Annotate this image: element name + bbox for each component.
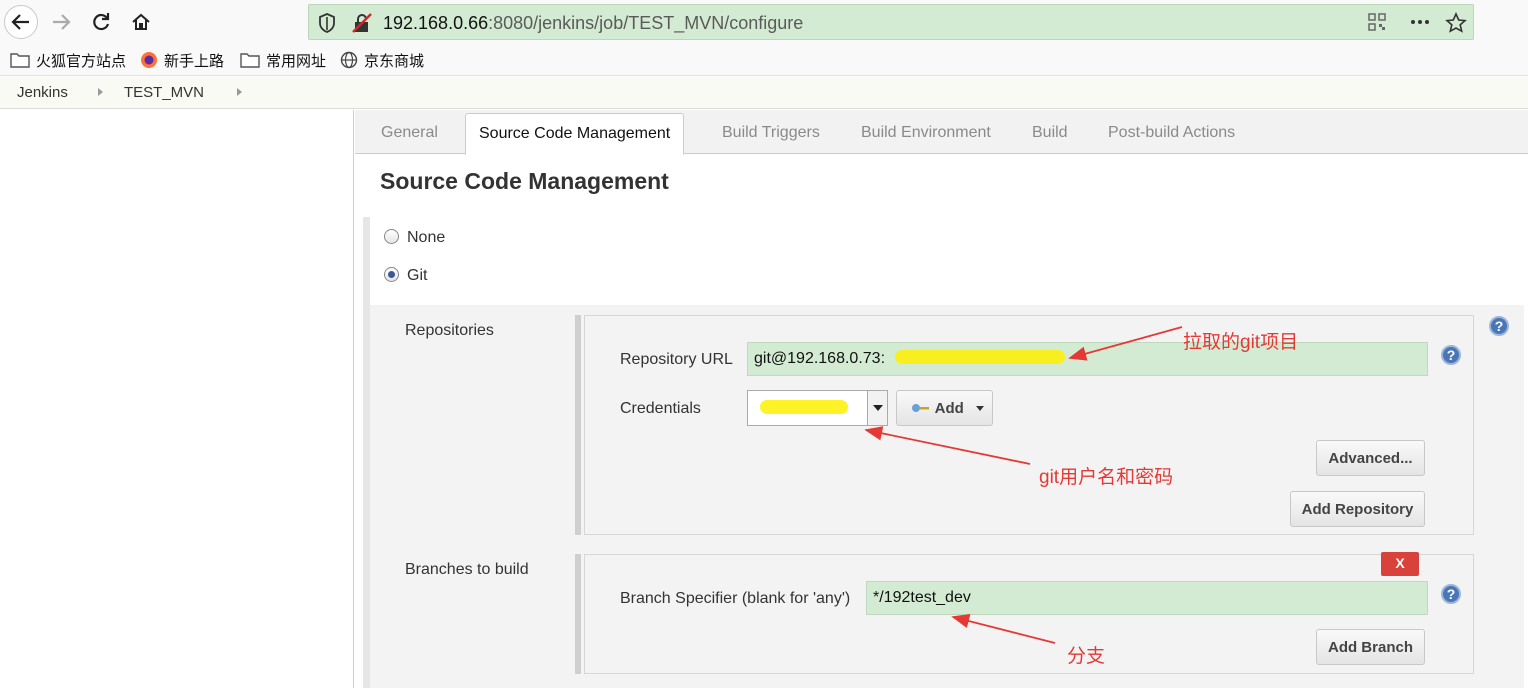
home-icon <box>132 13 150 30</box>
home-button[interactable] <box>124 5 158 39</box>
delete-branch-button[interactable]: X <box>1381 552 1419 576</box>
section-title: Source Code Management <box>380 168 669 194</box>
scm-git-radio[interactable] <box>384 267 399 282</box>
repository-url-value: git@192.168.0.73: <box>754 350 886 367</box>
tab-general[interactable]: General <box>381 124 438 142</box>
reload-button[interactable] <box>84 5 118 39</box>
annotation-branch: 分支 <box>1067 646 1106 667</box>
redaction-mark <box>895 350 1065 364</box>
firefox-icon <box>141 52 157 68</box>
key-icon <box>912 404 929 412</box>
chevron-down-icon[interactable] <box>867 391 887 425</box>
url-path: :8080/jenkins/job/TEST_MVN/configure <box>488 13 804 33</box>
branches-bar <box>575 554 581 674</box>
page-actions-menu-icon[interactable] <box>1409 12 1431 32</box>
repositories-bar <box>575 315 581 535</box>
folder-icon <box>240 53 260 68</box>
tab-build-environment[interactable]: Build Environment <box>861 124 991 142</box>
breadcrumb-arrow-icon[interactable] <box>237 88 242 96</box>
add-branch-button[interactable]: Add Branch <box>1316 629 1425 665</box>
bookmark-item[interactable]: 常用网址 <box>240 50 326 70</box>
forward-arrow-icon <box>53 14 71 30</box>
insecure-lock-icon <box>352 13 372 33</box>
chevron-down-icon <box>975 406 984 411</box>
url-host: 192.168.0.66 <box>383 13 489 33</box>
main-panel: General Source Code Management Build Tri… <box>355 110 1528 688</box>
shield-icon <box>319 13 335 33</box>
annotation-repo: 拉取的git项目 <box>1183 332 1299 353</box>
bookmark-label: 火狐官方站点 <box>36 52 127 70</box>
scm-git-label: Git <box>407 267 428 284</box>
bookmark-item[interactable]: 火狐官方站点 <box>10 50 126 70</box>
forward-button[interactable] <box>44 5 78 39</box>
bookmark-label: 京东商城 <box>364 52 425 70</box>
help-icon[interactable]: ? <box>1441 345 1461 365</box>
sidebar <box>0 110 354 688</box>
folder-icon <box>10 53 30 68</box>
browser-toolbar: 192.168.0.66:8080/jenkins/job/TEST_MVN/c… <box>0 0 1528 44</box>
bookmark-label: 新手上路 <box>164 52 225 70</box>
bookmark-star-icon[interactable] <box>1445 12 1467 34</box>
tab-source-code-management[interactable]: Source Code Management <box>465 113 685 155</box>
help-icon[interactable]: ? <box>1441 584 1461 604</box>
reload-icon <box>93 13 110 31</box>
url-bar[interactable]: 192.168.0.66:8080/jenkins/job/TEST_MVN/c… <box>308 4 1474 40</box>
breadcrumb-jenkins[interactable]: Jenkins <box>17 84 68 101</box>
back-arrow-icon <box>11 14 29 30</box>
breadcrumb-job[interactable]: TEST_MVN <box>124 84 204 101</box>
branch-specifier-value: */192test_dev <box>873 589 971 606</box>
scm-none-label: None <box>407 229 446 246</box>
add-repository-button[interactable]: Add Repository <box>1290 491 1425 527</box>
bookmarks-bar: 火狐官方站点 新手上路 常用网址 京东商城 <box>0 44 1528 76</box>
globe-icon <box>340 51 358 69</box>
add-credentials-button[interactable]: Add <box>896 390 993 426</box>
branch-specifier-label: Branch Specifier (blank for 'any') <box>620 590 851 607</box>
branch-specifier-input[interactable]: */192test_dev <box>866 581 1428 615</box>
repository-url-label: Repository URL <box>620 351 733 368</box>
back-button[interactable] <box>4 5 38 39</box>
branches-label: Branches to build <box>405 561 529 578</box>
help-icon[interactable]: ? <box>1489 316 1509 336</box>
bookmark-label: 常用网址 <box>266 52 327 70</box>
repositories-label: Repositories <box>405 322 494 339</box>
section-divider <box>363 217 370 688</box>
url-text: 192.168.0.66:8080/jenkins/job/TEST_MVN/c… <box>383 13 803 34</box>
repository-url-input[interactable]: git@192.168.0.73: <box>747 342 1428 376</box>
breadcrumb: Jenkins TEST_MVN <box>0 77 1528 109</box>
breadcrumb-arrow-icon[interactable] <box>98 88 103 96</box>
advanced-button[interactable]: Advanced... <box>1316 440 1425 476</box>
add-label: Add <box>934 400 964 417</box>
bookmark-item[interactable]: 新手上路 <box>140 50 224 70</box>
scm-none-radio[interactable] <box>384 229 399 244</box>
config-tabs: General Source Code Management Build Tri… <box>355 110 1528 155</box>
redaction-mark <box>760 400 848 414</box>
tab-build[interactable]: Build <box>1032 124 1068 142</box>
tab-build-triggers[interactable]: Build Triggers <box>722 124 820 142</box>
bookmark-item[interactable]: 京东商城 <box>340 50 424 70</box>
annotation-credentials: git用户名和密码 <box>1039 467 1174 488</box>
tab-post-build-actions[interactable]: Post-build Actions <box>1108 124 1235 142</box>
credentials-label: Credentials <box>620 400 701 417</box>
qr-code-icon[interactable] <box>1367 12 1387 32</box>
